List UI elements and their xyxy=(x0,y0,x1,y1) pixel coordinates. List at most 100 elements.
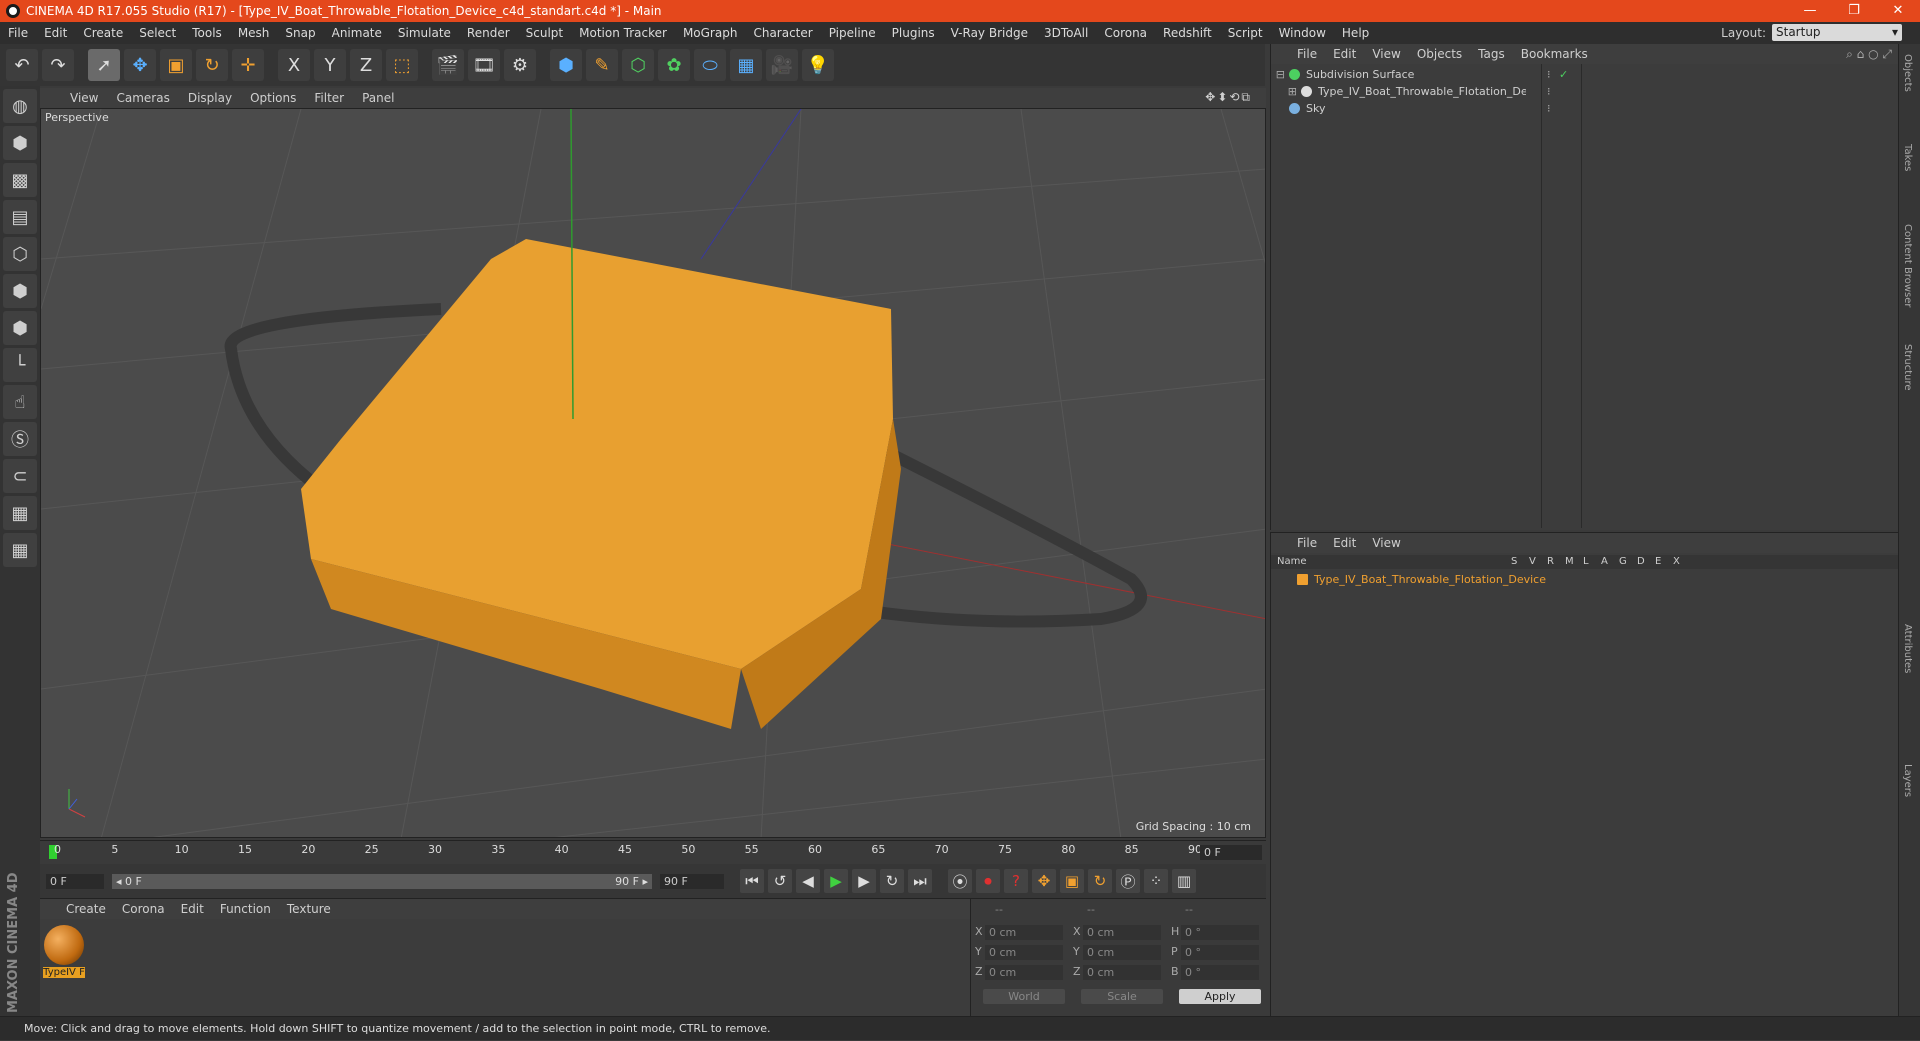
viewport-menu-panel[interactable]: Panel xyxy=(354,91,402,105)
cloner-icon[interactable]: ✿ xyxy=(658,49,690,81)
move-icon[interactable]: ✥ xyxy=(124,49,156,81)
render-picture-viewer-icon[interactable]: 🎞 xyxy=(468,49,500,81)
menu-snap[interactable]: Snap xyxy=(277,26,323,40)
coord-value-field[interactable]: 0 cm xyxy=(985,965,1063,980)
coord-value-field[interactable]: 0 ° xyxy=(1181,925,1259,940)
menu-corona[interactable]: Corona xyxy=(1096,26,1155,40)
layer-col-x[interactable]: X xyxy=(1673,556,1680,567)
tree-toggle-icon[interactable]: ⊟ xyxy=(1271,68,1285,81)
coord-value-field[interactable]: 0 ° xyxy=(1181,945,1259,960)
key-pla-icon[interactable]: ⁘ xyxy=(1144,869,1168,893)
play-icon[interactable]: ▶ xyxy=(824,869,848,893)
viewport-nav-icons[interactable]: ✥⬍⟲⧉ xyxy=(1197,90,1260,105)
menu-tools[interactable]: Tools xyxy=(184,26,230,40)
coord-mode-dropdown[interactable]: World xyxy=(983,989,1065,1004)
menu-character[interactable]: Character xyxy=(745,26,820,40)
menu-render[interactable]: Render xyxy=(459,26,518,40)
edges-mode-icon[interactable]: ⬢ xyxy=(3,274,37,308)
material-menu-create[interactable]: Create xyxy=(58,902,114,916)
close-button[interactable]: ✕ xyxy=(1876,0,1920,22)
cube-icon[interactable]: ⬢ xyxy=(550,49,582,81)
motion-record-icon[interactable]: ⦿ xyxy=(948,869,972,893)
layer-row[interactable]: Type_IV_Boat_Throwable_Flotation_Device xyxy=(1271,571,1899,587)
start-frame-field[interactable]: 0 F xyxy=(46,873,104,889)
apply-button[interactable]: Apply xyxy=(1179,989,1261,1004)
material-menu-texture[interactable]: Texture xyxy=(279,902,339,916)
menu-script[interactable]: Script xyxy=(1220,26,1271,40)
tab-structure[interactable]: Structure xyxy=(1902,344,1913,391)
prev-frame-icon[interactable]: ◀ xyxy=(796,869,820,893)
planar-workplane-icon[interactable]: ▦ xyxy=(3,533,37,567)
prev-key-icon[interactable]: ↺ xyxy=(768,869,792,893)
deformer-icon[interactable]: ⬭ xyxy=(694,49,726,81)
timeline-icon[interactable]: ▥ xyxy=(1172,869,1196,893)
menu-animate[interactable]: Animate xyxy=(324,26,390,40)
tab-layers[interactable]: Layers xyxy=(1902,764,1913,797)
object-row[interactable]: Sky ⁝ xyxy=(1271,100,1899,117)
tab-content-browser[interactable]: Content Browser xyxy=(1902,224,1913,307)
material-swatch[interactable]: TypeIV F xyxy=(43,925,85,981)
autokey-icon[interactable]: ? xyxy=(1004,869,1028,893)
layout-dropdown[interactable]: Startup xyxy=(1772,24,1902,41)
timeline-ruler[interactable]: 0 5 10 15 20 25 30 35 40 45 50 55 60 65 70 75 80 85 90 0 F xyxy=(40,840,1266,864)
layer-col-g[interactable]: G xyxy=(1619,556,1627,567)
viewport-perspective[interactable]: Perspective Grid Spacing : 10 cm xyxy=(40,108,1266,838)
visibility-dots-icon[interactable]: ⁝ xyxy=(1547,102,1551,115)
floor-icon[interactable]: ▦ xyxy=(730,49,762,81)
object-row[interactable]: ⊟ Subdivision Surface ⁝ ✓ xyxy=(1271,66,1899,83)
layer-col-l[interactable]: L xyxy=(1583,556,1589,567)
object-menu-view[interactable]: View xyxy=(1364,47,1408,61)
object-menu-objects[interactable]: Objects xyxy=(1409,47,1470,61)
viewport-menu-cameras[interactable]: Cameras xyxy=(108,91,177,105)
menu-file[interactable]: File xyxy=(0,26,36,40)
camera-icon[interactable]: 🎥 xyxy=(766,49,798,81)
y-axis-icon[interactable]: Y xyxy=(314,49,346,81)
object-menu-bookmarks[interactable]: Bookmarks xyxy=(1513,47,1596,61)
tree-toggle-icon[interactable]: ⊞ xyxy=(1271,85,1297,98)
viewport-menu-display[interactable]: Display xyxy=(180,91,240,105)
frame-range-slider[interactable]: ◂ 0 F 90 F ▸ xyxy=(112,873,652,889)
go-end-icon[interactable]: ⏭ xyxy=(908,869,932,893)
object-menu-file[interactable]: File xyxy=(1289,47,1325,61)
object-menu-edit[interactable]: Edit xyxy=(1325,47,1364,61)
layer-col-e[interactable]: E xyxy=(1655,556,1661,567)
workplane-lock-icon[interactable]: ▦ xyxy=(3,496,37,530)
tab-takes[interactable]: Takes xyxy=(1902,144,1913,171)
coord-system-icon[interactable]: ⬚ xyxy=(386,49,418,81)
menu-create[interactable]: Create xyxy=(75,26,131,40)
make-editable-icon[interactable]: ◍ xyxy=(3,89,37,123)
snap-icon[interactable]: ⊂ xyxy=(3,459,37,493)
render-view-icon[interactable]: 🎬 xyxy=(432,49,464,81)
pen-spline-icon[interactable]: ✎ xyxy=(586,49,618,81)
enabled-check-icon[interactable]: ✓ xyxy=(1559,68,1568,81)
menu-pipeline[interactable]: Pipeline xyxy=(821,26,884,40)
last-tool-icon[interactable]: ✛ xyxy=(232,49,264,81)
scale-icon[interactable]: ▣ xyxy=(160,49,192,81)
subdivision-icon[interactable]: ⬡ xyxy=(622,49,654,81)
key-rotate-icon[interactable]: ↻ xyxy=(1088,869,1112,893)
maximize-button[interactable]: ❐ xyxy=(1832,0,1876,22)
tab-objects[interactable]: Objects xyxy=(1902,54,1913,92)
record-icon[interactable]: ⏺ xyxy=(976,869,1000,893)
current-frame-field[interactable]: 0 F xyxy=(1200,845,1262,860)
layer-menu-file[interactable]: File xyxy=(1289,536,1325,550)
coord-value-field[interactable]: 0 cm xyxy=(1083,945,1161,960)
key-scale-icon[interactable]: ▣ xyxy=(1060,869,1084,893)
go-start-icon[interactable]: ⏮ xyxy=(740,869,764,893)
texture-mode-icon[interactable]: ▩ xyxy=(3,163,37,197)
key-param-icon[interactable]: Ⓟ xyxy=(1116,869,1140,893)
menu-mograph[interactable]: MoGraph xyxy=(675,26,746,40)
light-icon[interactable]: 💡 xyxy=(802,49,834,81)
undo-icon[interactable]: ↶ xyxy=(6,49,38,81)
points-mode-icon[interactable]: ⬡ xyxy=(3,237,37,271)
coord-value-field[interactable]: 0 cm xyxy=(1083,965,1161,980)
menu-v-ray-bridge[interactable]: V-Ray Bridge xyxy=(943,26,1036,40)
visibility-dots-icon[interactable]: ⁝ xyxy=(1547,85,1551,98)
tweak-icon[interactable]: ☝ xyxy=(3,385,37,419)
object-manager-tools-icons[interactable]: ⌕ ⌂ ○ ⤢ xyxy=(1846,47,1892,62)
workplane-icon[interactable]: ▤ xyxy=(3,200,37,234)
menu-mesh[interactable]: Mesh xyxy=(230,26,278,40)
redo-icon[interactable]: ↷ xyxy=(42,49,74,81)
layer-col-v[interactable]: V xyxy=(1529,556,1536,567)
object-menu-tags[interactable]: Tags xyxy=(1470,47,1513,61)
